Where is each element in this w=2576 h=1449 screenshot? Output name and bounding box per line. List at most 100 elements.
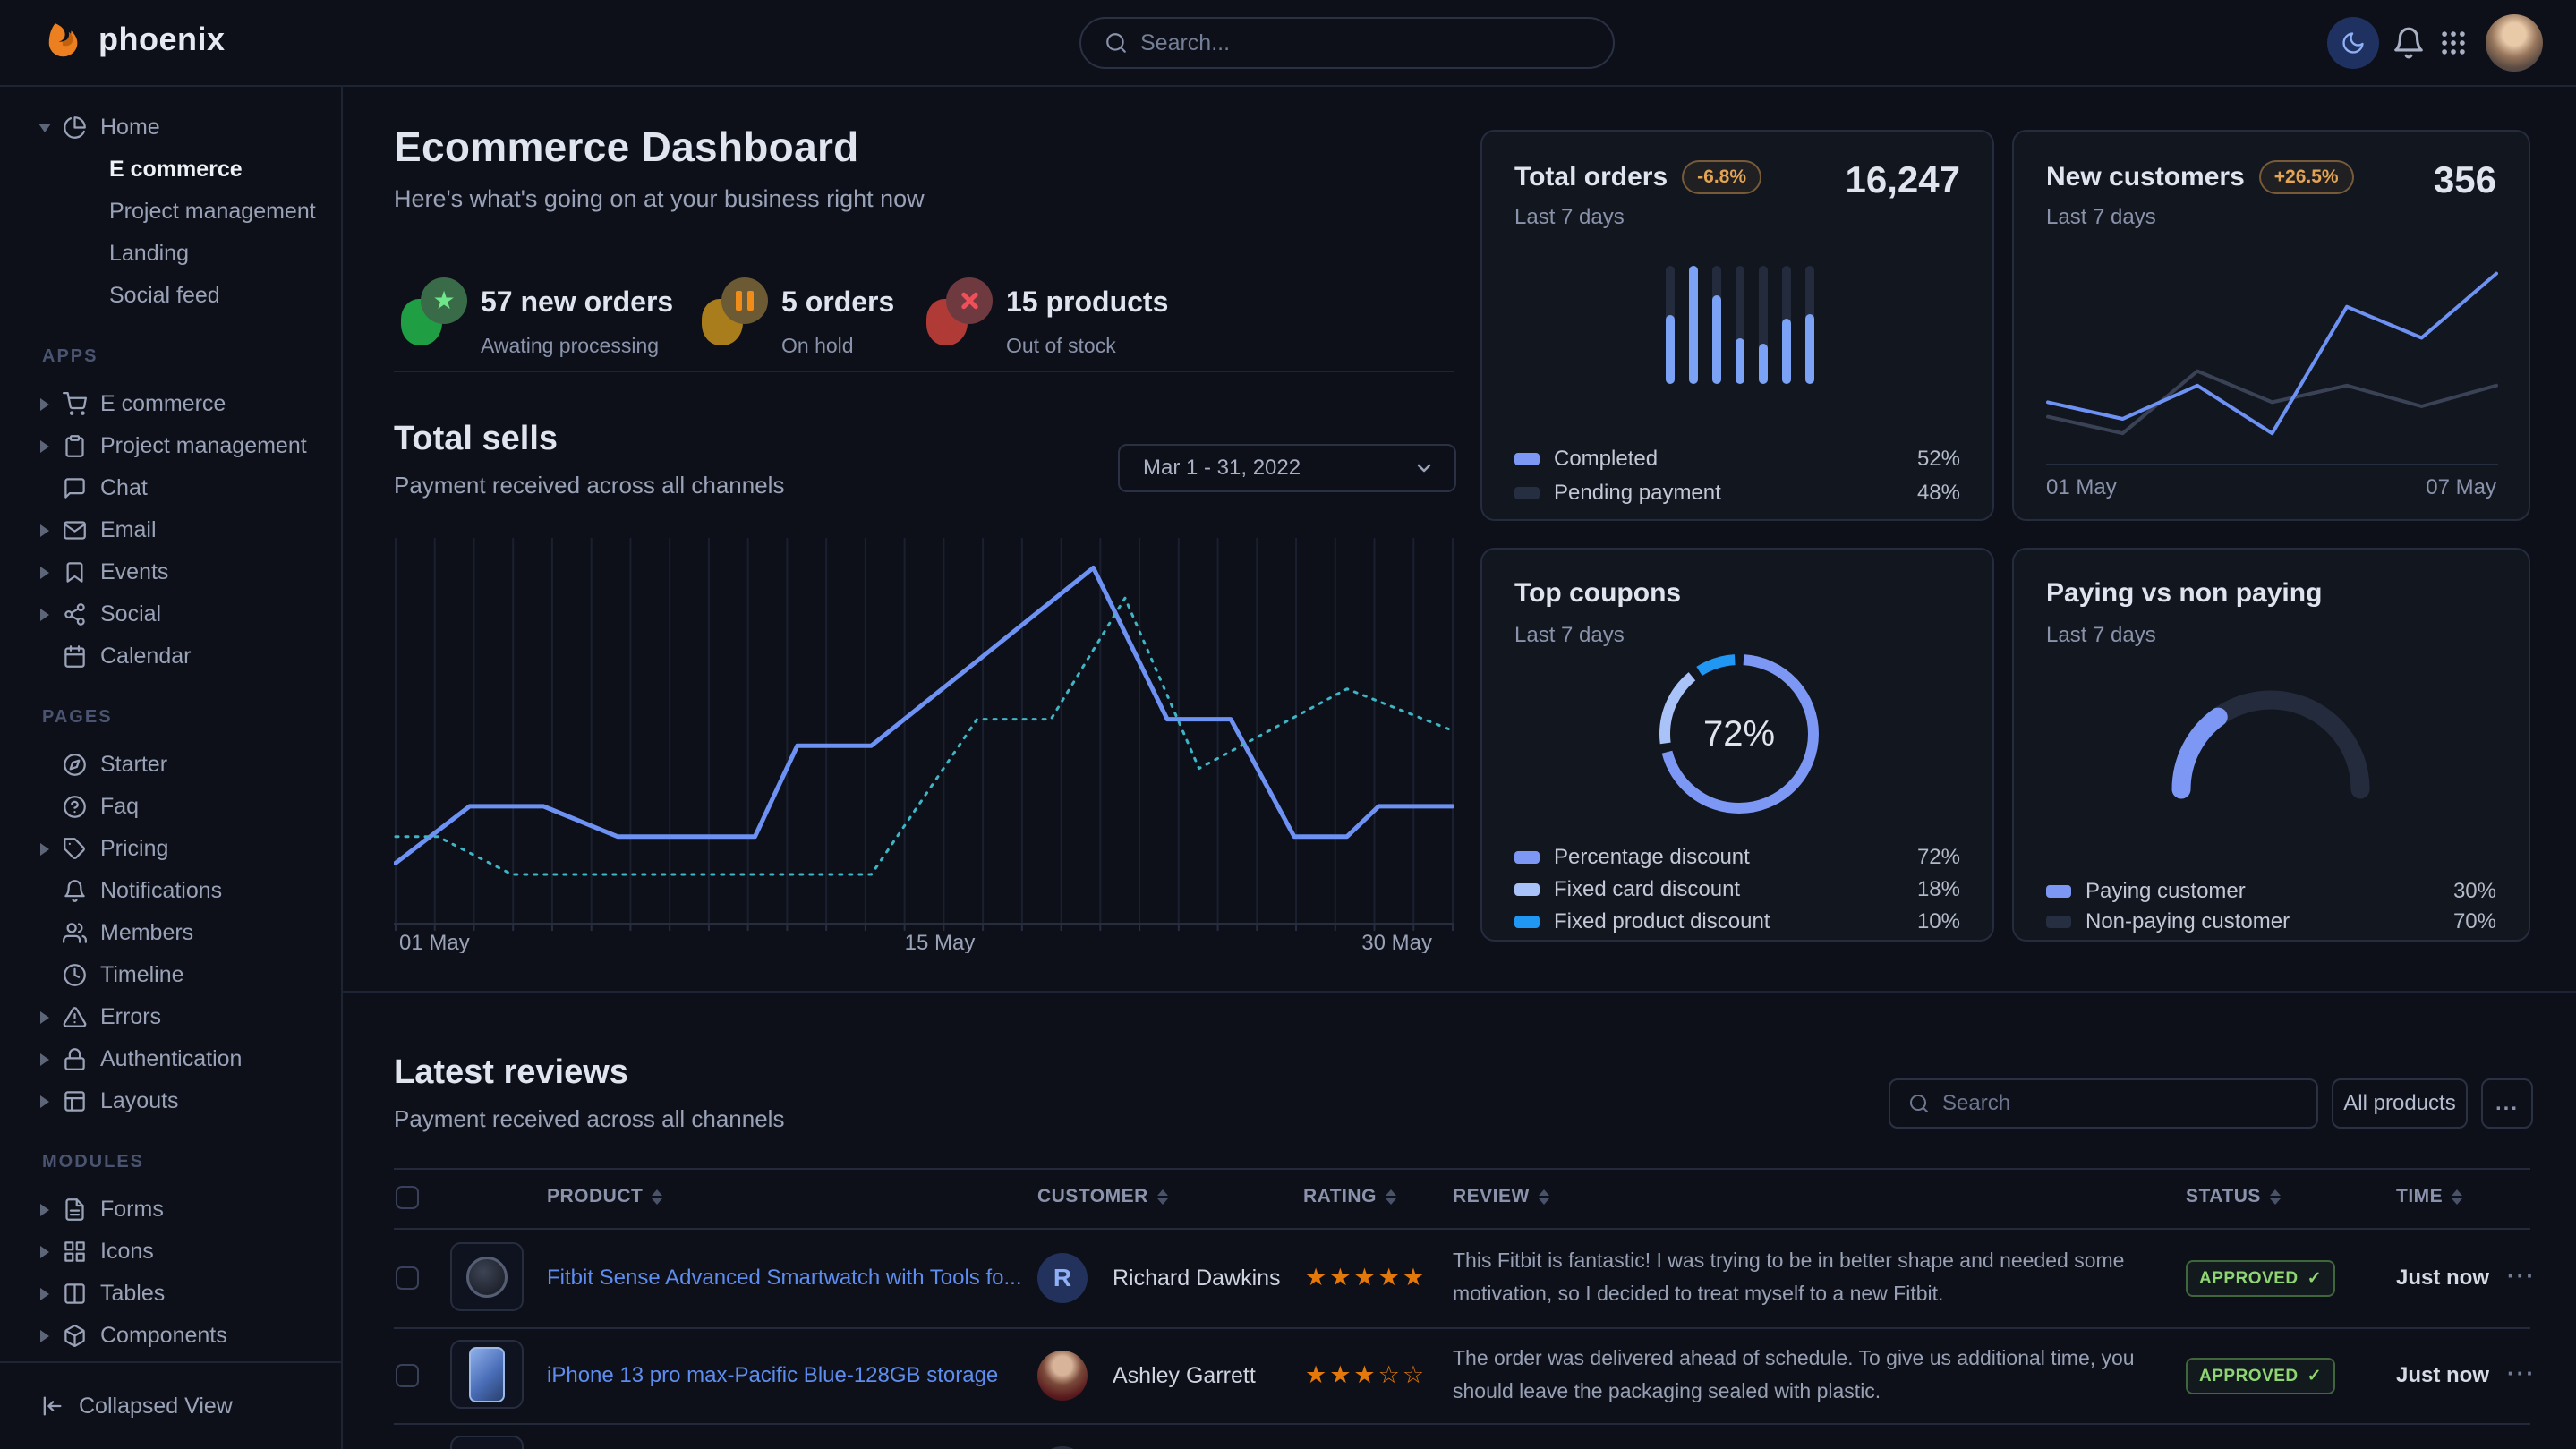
paying-period: Last 7 days (2046, 623, 2156, 648)
caret-right-icon (40, 609, 49, 621)
total-orders-badge: -6.8% (1682, 160, 1761, 194)
product-thumbnail[interactable] (450, 1242, 524, 1311)
sidebar-item-label: Icons (100, 1239, 154, 1265)
alert-triangle-icon (63, 1005, 87, 1029)
notifications-button[interactable] (2392, 23, 2431, 63)
column-header-time[interactable]: TIME (2396, 1186, 2462, 1207)
sidebar-section-pages: PAGES (0, 699, 341, 735)
star-icon: ★ (405, 277, 467, 340)
theme-toggle-button[interactable] (2327, 17, 2379, 69)
search-input[interactable] (1140, 30, 1590, 56)
sidebar-item-project-management[interactable]: Project management (0, 191, 341, 233)
row-checkbox[interactable] (396, 1364, 419, 1387)
svg-text:15 May: 15 May (905, 931, 976, 953)
sidebar-item-notifications[interactable]: Notifications (0, 870, 341, 912)
sidebar-item-landing[interactable]: Landing (0, 233, 341, 275)
table-row (343, 1423, 2576, 1449)
total-orders-card: Total orders -6.8% Last 7 days 16,247 Co… (1480, 130, 1994, 521)
select-all-checkbox[interactable] (396, 1186, 419, 1209)
sidebar-item-pricing[interactable]: Pricing (0, 828, 341, 870)
sidebar-item-e-commerce[interactable]: E commerce (0, 149, 341, 191)
column-header-customer[interactable]: CUSTOMER (1037, 1186, 1168, 1207)
reviews-title: Latest reviews (394, 1053, 628, 1092)
legend-swatch (1514, 851, 1540, 864)
global-search[interactable] (1079, 17, 1615, 69)
top-coupons-period: Last 7 days (1514, 623, 1625, 648)
all-products-button[interactable]: All products (2332, 1078, 2468, 1129)
sidebar-item-components[interactable]: Components (0, 1315, 341, 1357)
sidebar-item-icons[interactable]: Icons (0, 1231, 341, 1273)
apps-menu-button[interactable] (2438, 25, 2474, 61)
row-checkbox[interactable] (396, 1266, 419, 1290)
sidebar-item-events[interactable]: Events (0, 551, 341, 593)
check-icon: ✓ (2307, 1268, 2322, 1289)
sidebar-item-email[interactable]: Email (0, 509, 341, 551)
sidebar-item-home[interactable]: Home (0, 107, 341, 149)
sort-icon (2452, 1189, 2462, 1205)
bell-icon (63, 879, 87, 903)
rating-stars: ★★★★★ (1305, 1264, 1427, 1291)
sidebar-item-tables[interactable]: Tables (0, 1273, 341, 1315)
collapse-view-label: Collapsed View (79, 1394, 233, 1419)
sidebar-item-errors[interactable]: Errors (0, 996, 341, 1038)
product-link[interactable]: Fitbit Sense Advanced Smartwatch with To… (547, 1266, 1021, 1291)
sidebar-item-calendar[interactable]: Calendar (0, 635, 341, 678)
sidebar-item-members[interactable]: Members (0, 912, 341, 954)
layout-icon (63, 1089, 87, 1113)
legend-swatch (1514, 487, 1540, 499)
date-range-select[interactable]: Mar 1 - 31, 2022 (1118, 444, 1456, 492)
column-header-review[interactable]: REVIEW (1453, 1186, 1549, 1207)
stat-new-orders: ★ (405, 277, 467, 340)
user-avatar[interactable] (2486, 14, 2543, 72)
sidebar-item-layouts[interactable]: Layouts (0, 1080, 341, 1122)
legend-swatch (1514, 916, 1540, 928)
column-header-status[interactable]: STATUS (2186, 1186, 2281, 1207)
sidebar-item-authentication[interactable]: Authentication (0, 1038, 341, 1080)
product-thumbnail[interactable] (450, 1436, 524, 1449)
collapse-view-button[interactable]: Collapsed View (0, 1361, 341, 1449)
calendar-icon (63, 644, 87, 669)
paying-title: Paying vs non paying (2046, 578, 2322, 609)
row-menu-button[interactable]: ··· (2507, 1360, 2536, 1387)
stat-out-of-stock (930, 277, 993, 340)
sidebar-item-label: Tables (100, 1281, 165, 1307)
reviews-search[interactable] (1889, 1078, 2318, 1129)
review-text: This Fitbit is fantastic! I was trying t… (1453, 1244, 2151, 1310)
tag-icon (63, 837, 87, 861)
new-customers-line-chart (2046, 237, 2498, 470)
sidebar-item-e-commerce[interactable]: E commerce (0, 383, 341, 425)
stat-on-hold (705, 277, 768, 340)
sidebar-item-forms[interactable]: Forms (0, 1189, 341, 1231)
search-icon (1105, 31, 1128, 55)
column-header-rating[interactable]: RATING (1303, 1186, 1396, 1207)
product-link[interactable]: iPhone 13 pro max-Pacific Blue-128GB sto… (547, 1363, 998, 1388)
sidebar-item-chat[interactable]: Chat (0, 467, 341, 509)
date-range-value: Mar 1 - 31, 2022 (1143, 456, 1301, 481)
brand-logo[interactable]: phoenix (47, 20, 226, 59)
customer-avatar[interactable]: R (1037, 1253, 1088, 1303)
top-coupons-card: Top coupons Last 7 days 72% Percentage d… (1480, 548, 1994, 942)
customer-avatar[interactable] (1037, 1351, 1088, 1401)
product-thumbnail[interactable] (450, 1340, 524, 1409)
reviews-more-button[interactable]: ... (2481, 1078, 2533, 1129)
new-customers-axis-labels: 01 May 07 May (2046, 475, 2496, 500)
product-image-phone (469, 1347, 505, 1402)
row-menu-button[interactable]: ··· (2507, 1262, 2536, 1290)
legend-swatch (1514, 453, 1540, 465)
column-header-product[interactable]: PRODUCT (547, 1186, 662, 1207)
sidebar-item-label: Timeline (100, 962, 184, 988)
sidebar-item-social[interactable]: Social (0, 593, 341, 635)
sidebar-item-social-feed[interactable]: Social feed (0, 275, 341, 317)
sort-icon (1539, 1189, 1549, 1205)
sidebar-item-faq[interactable]: Faq (0, 786, 341, 828)
grid-icon (63, 1240, 87, 1264)
sidebar-item-label: Email (100, 517, 157, 543)
sidebar-item-project-management[interactable]: Project management (0, 425, 341, 467)
review-time: Just now (2396, 1363, 2489, 1388)
svg-text:30 May: 30 May (1361, 931, 1432, 953)
product-image-watch (466, 1257, 508, 1298)
sidebar-item-starter[interactable]: Starter (0, 744, 341, 786)
reviews-search-input[interactable] (1942, 1091, 2299, 1116)
sidebar-item-timeline[interactable]: Timeline (0, 954, 341, 996)
customer-name: Ashley Garrett (1113, 1363, 1256, 1389)
